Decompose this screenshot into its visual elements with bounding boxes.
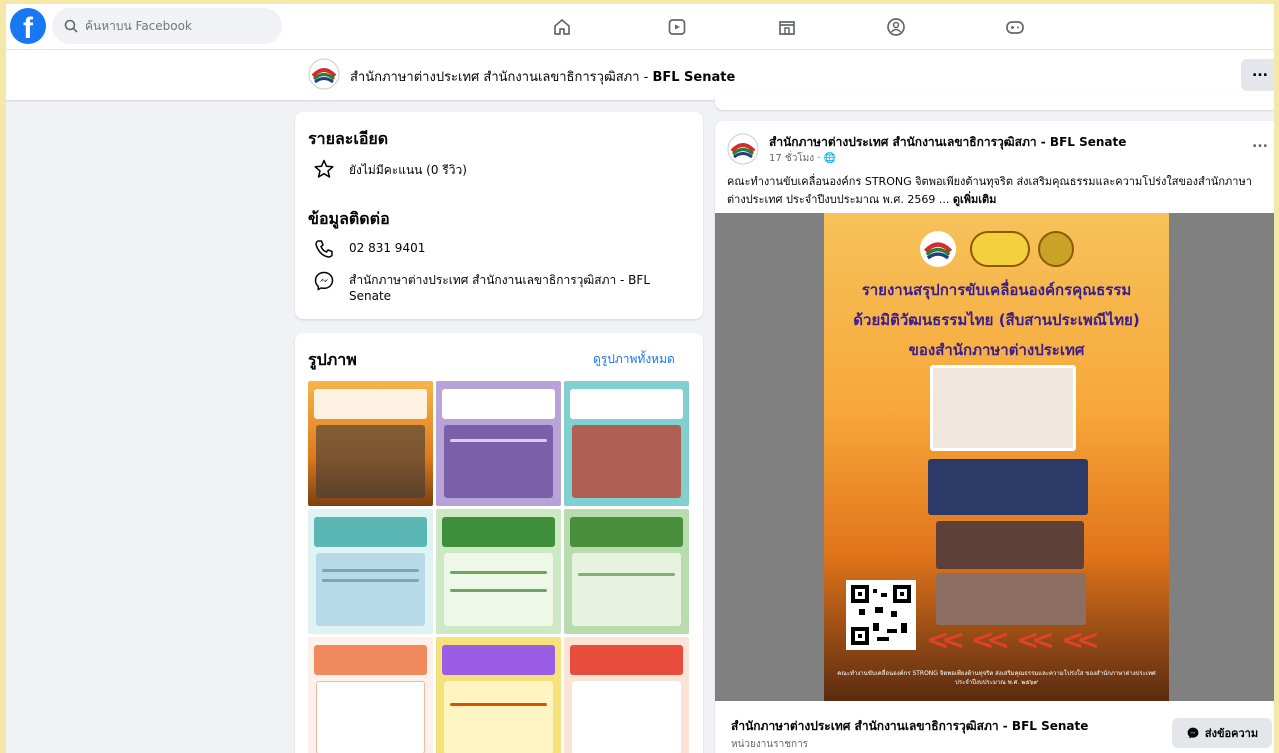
photo-thumbnail[interactable] xyxy=(308,381,433,506)
photo-thumbnail[interactable] xyxy=(564,509,689,634)
phone-icon xyxy=(315,240,333,258)
photo-thumbnail[interactable] xyxy=(308,637,433,753)
strong-badge-icon xyxy=(1038,231,1074,267)
post-text: คณะทำงานขับเคลื่อนองค์กร STRONG จิตพอเพี… xyxy=(727,173,1267,209)
photo-thumbnail[interactable] xyxy=(436,637,561,753)
post-card: สำนักภาษาต่างประเทศ สำนักงานเลขาธิการวุฒ… xyxy=(715,121,1274,753)
poster-footer: คณะทำงานขับเคลื่อนองค์กร STRONG จิตพอเพี… xyxy=(837,670,1156,686)
poster: รายงานสรุปการขับเคลื่อนองค์กรคุณธรรม ด้ว… xyxy=(824,213,1169,701)
facebook-window: f สำนัก xyxy=(6,4,1274,753)
post-options-button[interactable]: ... xyxy=(1252,135,1268,151)
contact-title: ข้อมูลติดต่อ xyxy=(308,209,390,228)
star-icon xyxy=(314,159,334,178)
previous-post-edge xyxy=(715,96,1274,110)
rating-text: ยังไม่มีคะแนน (0 รีวิว) xyxy=(349,163,467,177)
poster-photo-row xyxy=(936,521,1084,569)
marketplace-icon[interactable] xyxy=(774,14,800,40)
photo-thumbnail[interactable] xyxy=(436,381,561,506)
home-icon[interactable] xyxy=(549,14,575,40)
poster-photo-row xyxy=(936,573,1086,625)
poster-title-line-1: รายงานสรุปการขับเคลื่อนองค์กรคุณธรรม xyxy=(861,281,1132,299)
page-title-en: BFL Senate xyxy=(652,70,736,85)
decorative-chevrons-icon: << << << << xyxy=(926,623,1100,656)
search-icon xyxy=(64,19,78,33)
send-message-label: ส่งข้อความ xyxy=(1204,727,1259,740)
photo-thumbnail[interactable] xyxy=(564,381,689,506)
photo-thumbnail[interactable] xyxy=(436,509,561,634)
photo-thumbnail[interactable] xyxy=(564,637,689,753)
details-title: รายละเอียด xyxy=(308,129,389,148)
more-options-button[interactable]: ... xyxy=(1241,59,1274,91)
post-timestamp[interactable]: 17 ชั่วโมง · 🌐 xyxy=(769,151,836,166)
send-message-button[interactable]: ส่งข้อความ xyxy=(1172,718,1272,748)
author-avatar[interactable] xyxy=(727,133,759,165)
details-card: รายละเอียด ยังไม่มีคะแนน (0 รีวิว) ข้อมู… xyxy=(295,112,703,319)
messenger-icon xyxy=(314,271,334,291)
post-author[interactable]: สำนักภาษาต่างประเทศ สำนักงานเลขาธิการวุฒ… xyxy=(769,133,1126,152)
page-title-thai: สำนักภาษาต่างประเทศ สำนักงานเลขาธิการวุฒ… xyxy=(350,70,653,85)
top-navigation: f xyxy=(6,4,1274,50)
post-image[interactable]: รายงานสรุปการขับเคลื่อนองค์กรคุณธรรม ด้ว… xyxy=(715,213,1274,701)
messenger-link[interactable]: สำนักภาษาต่างประเทศ สำนักงานเลขาธิการวุฒ… xyxy=(349,270,673,304)
poster-title-line-2: ด้วยมิติวัฒนธรรมไทย (สืบสานประเพณีไทย) xyxy=(853,311,1140,329)
phone-row: 02 831 9401 xyxy=(313,238,425,260)
post-footer-page-name[interactable]: สำนักภาษาต่างประเทศ สำนักงานเลขาธิการวุฒ… xyxy=(731,717,1088,736)
poster-title-line-3: ของสำนักภาษาต่างประเทศ xyxy=(908,341,1085,359)
phone-number: 02 831 9401 xyxy=(349,241,426,255)
page-header-bar: สำนักภาษาต่างประเทศ สำนักงานเลขาธิการวุฒ… xyxy=(6,50,1274,100)
groups-icon[interactable] xyxy=(883,14,909,40)
page-title[interactable]: สำนักภาษาต่างประเทศ สำนักงานเลขาธิการวุฒ… xyxy=(350,66,735,87)
messenger-icon xyxy=(1187,727,1199,739)
photo-grid xyxy=(308,381,689,753)
poster-group-photo xyxy=(930,365,1076,451)
search-box[interactable] xyxy=(52,8,282,44)
qr-code xyxy=(846,580,916,650)
rating-row: ยังไม่มีคะแนน (0 รีวิว) xyxy=(313,158,467,180)
senate-logo-icon xyxy=(920,231,956,267)
see-more-link[interactable]: ดูเพิ่มเติม xyxy=(953,193,997,206)
poster-photo-row xyxy=(928,459,1088,515)
search-input[interactable] xyxy=(85,19,265,33)
page-logo-icon[interactable] xyxy=(308,58,340,90)
photos-title: รูปภาพ xyxy=(308,350,357,369)
facebook-logo[interactable]: f xyxy=(10,8,46,44)
see-all-photos-link[interactable]: ดูรูปภาพทั้งหมด xyxy=(593,350,675,369)
gaming-icon[interactable] xyxy=(1002,14,1028,40)
photos-card: รูปภาพ ดูรูปภาพทั้งหมด xyxy=(295,333,703,753)
strong-logo-icon xyxy=(970,231,1030,267)
messenger-row[interactable]: สำนักภาษาต่างประเทศ สำนักงานเลขาธิการวุฒ… xyxy=(313,270,673,304)
post-footer-category: หน่วยงานราชการ xyxy=(731,739,809,750)
photo-thumbnail[interactable] xyxy=(308,509,433,634)
video-icon[interactable] xyxy=(664,14,690,40)
